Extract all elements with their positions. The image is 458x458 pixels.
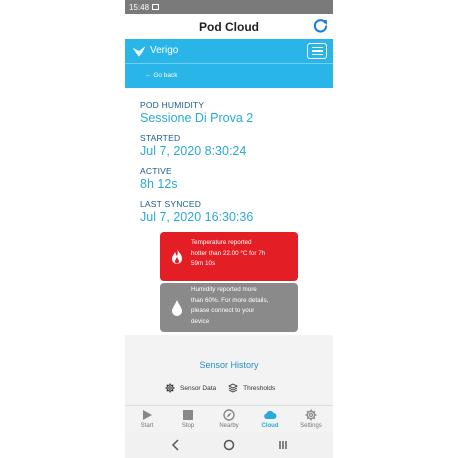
nav-start[interactable]: Start [127,409,167,429]
sensor-history-title[interactable]: Sensor History [125,360,333,370]
active-label: ACTIVE [140,166,172,176]
tab-thresholds-label: Thresholds [243,384,276,392]
nav-nearby-label: Nearby [219,423,239,429]
play-icon [143,410,152,420]
nav-nearby[interactable]: Nearby [209,409,249,429]
temperature-alert[interactable]: Temperature reported hotter than 22.00 °… [160,232,298,281]
alert-text-line: than 60%. For more details, [191,296,269,304]
brand-name: Verigo [150,45,179,56]
nav-cloud-label: Cloud [261,423,279,429]
started-label: STARTED [140,133,181,143]
started-value: Jul 7, 2020 8:30:24 [140,144,247,158]
alert-text-line: Temperature reported [191,239,252,246]
recents-icon[interactable] [276,438,290,452]
stop-icon [183,410,193,420]
sub-bar: ← Go back [125,63,333,88]
pod-details: POD HUMIDITY Sessione Di Prova 2 STARTED… [125,88,333,335]
home-circle-icon[interactable] [222,438,236,452]
nav-settings[interactable]: Settings [291,409,331,429]
active-value: 8h 12s [140,177,178,191]
nav-stop[interactable]: Stop [168,409,208,429]
sensor-tabs: Sensor Data Thresholds [165,383,287,393]
layers-icon [228,383,239,393]
alert-text-line: please connect to your [191,307,255,314]
gear-icon [165,383,175,393]
tab-thresholds[interactable]: Thresholds [228,383,275,393]
go-back-label: Go back [153,72,178,79]
compass-icon [223,409,235,421]
water-drop-icon [172,299,182,316]
alert-text-line: device [191,317,210,325]
status-bar: 15:48 [125,0,333,14]
app-bar: Pod Cloud [125,14,333,39]
app-title: Pod Cloud [199,19,259,34]
tab-sensor-data-label: Sensor Data [180,384,217,392]
last-synced-value: Jul 7, 2020 16:30:36 [140,210,254,224]
alert-text-line: Humidity reported more [191,286,257,293]
tab-sensor-data[interactable]: Sensor Data [165,383,216,393]
verigo-logo-icon [132,46,146,57]
hamburger-menu-icon[interactable] [307,43,327,59]
sensor-history-section: Sensor History Sensor Data Thresholds [125,335,333,405]
nav-start-label: Start [140,423,154,429]
pod-humidity-label: POD HUMIDITY [140,100,205,110]
fire-icon [172,248,182,264]
gear-icon [305,409,317,421]
session-name: Sessione Di Prova 2 [140,111,254,125]
humidity-alert[interactable]: Humidity reported more than 60%. For mor… [160,283,298,332]
notification-icon [152,4,160,10]
cloud-icon [264,410,277,419]
refresh-icon[interactable] [312,18,329,35]
nav-cloud[interactable]: Cloud [250,409,290,429]
back-chevron-icon[interactable] [169,438,183,452]
bottom-nav: Start Stop Nearby Cloud Settings [125,405,333,433]
go-back-link[interactable]: ← Go back [145,72,178,79]
alert-text-line: hotter than 22.00 °C for 7h [191,249,266,257]
last-synced-label: LAST SYNCED [140,199,202,209]
nav-settings-label: Settings [300,423,322,429]
phone-screen: 15:48 Pod Cloud Verigo ← Go back POD HUM… [125,0,333,458]
system-nav-bar [125,433,333,458]
status-time: 15:48 [129,2,150,12]
vendor-header: Verigo [125,39,333,63]
nav-stop-label: Stop [181,423,195,429]
alert-text-line: 59m 10s [191,260,216,267]
